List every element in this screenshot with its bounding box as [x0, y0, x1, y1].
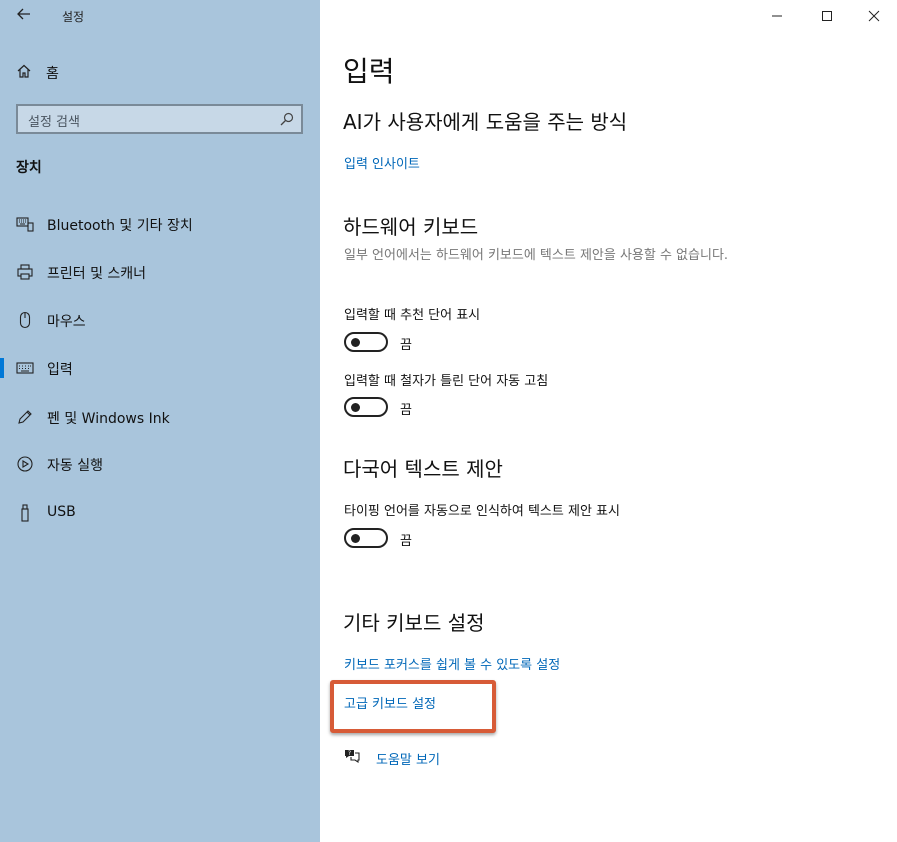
sidebar-item-pen[interactable]: 펜 및 Windows Ink [0, 397, 320, 437]
autocorrect-label: 입력할 때 철자가 틀린 단어 자동 고침 [344, 374, 549, 389]
hardware-section-title: 하드웨어 키보드 [343, 215, 479, 239]
search-placeholder: 설정 검색 [28, 115, 80, 130]
suggestions-label: 입력할 때 추천 단어 표시 [344, 308, 481, 323]
close-icon [868, 7, 880, 26]
minimize-button[interactable] [754, 0, 800, 32]
help-row[interactable]: ? 도움말 보기 [343, 747, 440, 769]
page-title: 입력 [343, 55, 395, 88]
sidebar-home[interactable]: 홈 [16, 62, 59, 84]
multilingual-section-title: 다국어 텍스트 제안 [343, 457, 503, 481]
printer-icon [16, 263, 34, 281]
mouse-icon [16, 311, 34, 329]
multilingual-label: 타이핑 언어를 자동으로 인식하여 텍스트 제안 표시 [344, 504, 620, 519]
maximize-icon [821, 7, 833, 26]
autocorrect-state: 끔 [400, 403, 412, 418]
close-button[interactable] [851, 0, 897, 32]
sidebar-item-label: 자동 실행 [47, 458, 103, 474]
ai-section-title: AI가 사용자에게 도움을 주는 방식 [343, 110, 628, 134]
active-indicator [0, 358, 4, 378]
sidebar-item-mouse[interactable]: 마우스 [0, 300, 320, 340]
bluetooth-devices-icon [16, 215, 34, 233]
sidebar-item-label: 마우스 [47, 314, 86, 330]
other-section-title: 기타 키보드 설정 [343, 611, 485, 635]
autoplay-icon [16, 455, 34, 473]
toggle-knob [351, 534, 360, 543]
advanced-keyboard-settings-link[interactable]: 고급 키보드 설정 [344, 693, 436, 712]
sidebar-item-label: 프린터 및 스캐너 [47, 266, 147, 282]
sidebar-item-label: Bluetooth 및 기타 장치 [47, 218, 193, 234]
sidebar-item-label: 펜 및 Windows Ink [47, 411, 170, 427]
multilingual-toggle[interactable] [344, 528, 388, 548]
sidebar-home-label: 홈 [46, 66, 59, 82]
pen-icon [16, 408, 34, 426]
suggestions-toggle[interactable] [344, 332, 388, 352]
maximize-button[interactable] [804, 0, 850, 32]
keyboard-icon [16, 359, 34, 377]
help-link[interactable]: 도움말 보기 [376, 749, 440, 768]
sidebar-item-bluetooth[interactable]: Bluetooth 및 기타 장치 [0, 204, 320, 244]
search-input[interactable]: 설정 검색 [16, 104, 303, 134]
multilingual-state: 끔 [400, 534, 412, 549]
toggle-knob [351, 338, 360, 347]
search-icon [279, 111, 295, 131]
sidebar-item-label: USB [47, 504, 76, 520]
window-title: 설정 [62, 10, 85, 24]
sidebar-item-autoplay[interactable]: 자동 실행 [0, 444, 320, 484]
typing-insights-link[interactable]: 입력 인사이트 [344, 153, 420, 172]
home-icon [16, 63, 32, 83]
toggle-knob [351, 403, 360, 412]
sidebar-section-title: 장치 [16, 160, 42, 176]
usb-icon [16, 504, 34, 522]
sidebar: 설정 홈 설정 검색 장치 Bluetooth 및 기타 장치 프린터 및 스캐… [0, 0, 320, 842]
minimize-icon [771, 7, 783, 26]
back-arrow-icon[interactable] [16, 6, 34, 26]
svg-text:?: ? [348, 750, 351, 757]
sidebar-item-typing[interactable]: 입력 [0, 348, 320, 388]
suggestions-state: 끔 [400, 338, 412, 353]
sidebar-item-usb[interactable]: USB [0, 493, 320, 533]
keyboard-focus-link[interactable]: 키보드 포커스를 쉽게 볼 수 있도록 설정 [344, 654, 560, 673]
autocorrect-toggle[interactable] [344, 397, 388, 417]
sidebar-item-label: 입력 [47, 362, 73, 378]
hardware-description: 일부 언어에서는 하드웨어 키보드에 텍스트 제안을 사용할 수 없습니다. [344, 248, 729, 263]
help-chat-icon: ? [343, 747, 361, 769]
sidebar-item-printers[interactable]: 프린터 및 스캐너 [0, 252, 320, 292]
